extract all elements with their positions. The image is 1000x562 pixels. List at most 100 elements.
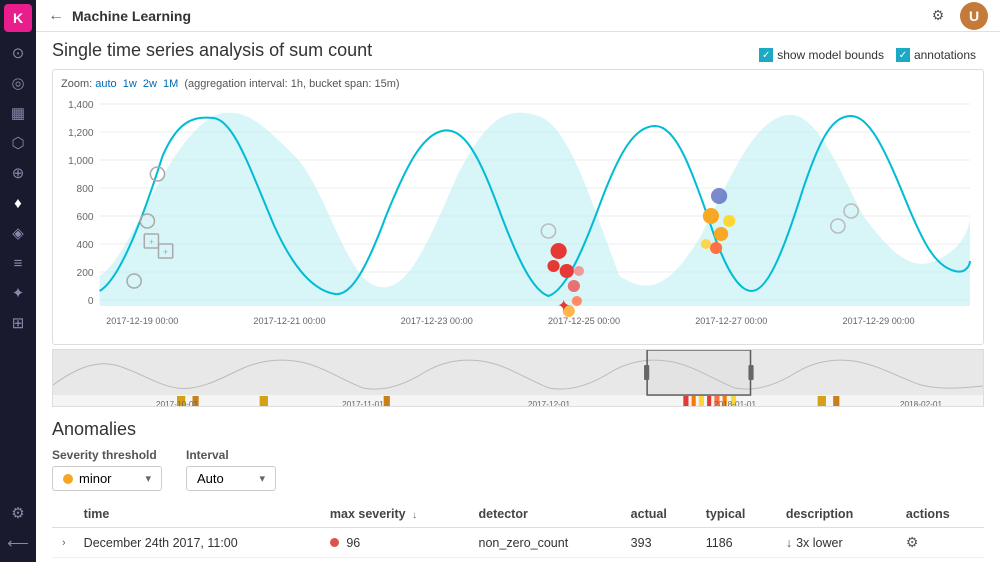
row-description: ↓3x lower: [778, 558, 898, 562]
svg-text:2017-12-21 00:00: 2017-12-21 00:00: [253, 316, 325, 326]
svg-text:2018-02-01: 2018-02-01: [900, 400, 943, 407]
svg-text:2017-12-23 00:00: 2017-12-23 00:00: [401, 316, 473, 326]
sidebar: K ⊙ ◎ ▦ ⬡ ⊕ ♦ ◈ ≡ ✦ ⊞ ⚙ ⟵: [0, 0, 36, 562]
sidebar-item-discover[interactable]: ⊙: [2, 39, 34, 67]
svg-text:2017-11-01: 2017-11-01: [342, 400, 384, 407]
svg-text:400: 400: [77, 240, 94, 251]
main-chart-container: Zoom: auto 1w 2w 1M (aggregation interva…: [52, 69, 984, 345]
app-logo[interactable]: K: [4, 4, 32, 32]
row-description: ↓3x lower: [778, 528, 898, 558]
row-time: December 24th 2017, 11:00: [76, 528, 322, 558]
settings-icon-btn[interactable]: ⚙: [924, 2, 952, 30]
row-actions: ⚙: [898, 558, 984, 562]
row-time: December 24th 2017, 10:00: [76, 558, 322, 562]
severity-control: Severity threshold minor ▾: [52, 448, 162, 491]
time-col-header: time: [76, 501, 322, 528]
show-model-bounds-checkbox[interactable]: ✓ show model bounds: [759, 48, 884, 62]
description-col-header: description: [778, 501, 898, 528]
sidebar-item-uptime[interactable]: ⊞: [2, 309, 34, 337]
severity-dot-icon: [330, 538, 339, 547]
sidebar-item-ml[interactable]: ♦: [2, 189, 34, 217]
expand-col-header: [52, 501, 76, 528]
interval-control: Interval Auto ▾: [186, 448, 276, 491]
sidebar-item-infrastructure[interactable]: ◈: [2, 219, 34, 247]
zoom-label: Zoom: auto 1w 2w 1M (aggregation interva…: [61, 78, 975, 90]
severity-label: Severity threshold: [52, 448, 162, 462]
severity-col-header[interactable]: max severity ↓: [322, 501, 471, 528]
row-severity: 96: [322, 528, 471, 558]
table-row: › December 24th 2017, 11:00 96 non_zero_…: [52, 528, 984, 558]
page-title: Machine Learning: [72, 8, 191, 24]
anomalies-section: Anomalies Severity threshold minor ▾ Int…: [52, 415, 984, 562]
interval-label: Interval: [186, 448, 276, 462]
sidebar-item-visualize[interactable]: ◎: [2, 69, 34, 97]
svg-text:0: 0: [88, 296, 94, 307]
model-bounds-check: ✓: [759, 48, 773, 62]
row-actual: 437: [623, 558, 698, 562]
sort-icon: ↓: [412, 510, 417, 521]
svg-text:2017-12-27 00:00: 2017-12-27 00:00: [695, 316, 767, 326]
svg-text:1,200: 1,200: [68, 128, 94, 139]
minimap-container[interactable]: 2017-10-01 2017-11-01 2017-12-01 2018-01…: [52, 349, 984, 407]
svg-text:+: +: [149, 237, 154, 247]
svg-text:200: 200: [77, 268, 94, 279]
sidebar-item-canvas[interactable]: ⬡: [2, 129, 34, 157]
time-series-chart[interactable]: 1,400 1,200 1,000 800 600 400 200 0: [61, 96, 975, 336]
trend-down-icon: ↓: [786, 536, 792, 550]
svg-text:2018-01-01: 2018-01-01: [714, 400, 757, 407]
sidebar-item-logs[interactable]: ≡: [2, 249, 34, 277]
minimap-svg: 2017-10-01 2017-11-01 2017-12-01 2018-01…: [53, 350, 983, 407]
svg-text:✦: ✦: [557, 297, 571, 315]
expand-row-button[interactable]: ›: [60, 535, 68, 551]
row-detector: non_zero_count: [471, 528, 623, 558]
sidebar-item-settings[interactable]: ⚙: [2, 499, 34, 527]
sidebar-item-maps[interactable]: ⊕: [2, 159, 34, 187]
sidebar-item-apm[interactable]: ✦: [2, 279, 34, 307]
row-actions: ⚙: [898, 528, 984, 558]
actual-col-header: actual: [623, 501, 698, 528]
svg-text:2017-12-29 00:00: 2017-12-29 00:00: [842, 316, 914, 326]
annotations-checkbox[interactable]: ✓ annotations: [896, 48, 976, 62]
annotations-check: ✓: [896, 48, 910, 62]
sidebar-item-dashboard[interactable]: ▦: [2, 99, 34, 127]
topbar: ← Machine Learning ⚙ U: [36, 0, 1000, 32]
svg-text:800: 800: [77, 184, 94, 195]
user-avatar[interactable]: U: [960, 2, 988, 30]
row-typical: 1186: [698, 528, 778, 558]
zoom-1w[interactable]: 1w: [123, 78, 137, 90]
zoom-1m[interactable]: 1M: [163, 78, 178, 90]
topbar-right: ⚙ U: [924, 2, 988, 30]
sidebar-item-collapse[interactable]: ⟵: [2, 529, 34, 557]
severity-dot: [63, 474, 73, 484]
zoom-auto[interactable]: auto: [95, 78, 116, 90]
chart-svg: 1,400 1,200 1,000 800 600 400 200 0: [61, 96, 975, 336]
row-gear-icon[interactable]: ⚙: [906, 534, 919, 550]
svg-text:1,400: 1,400: [68, 100, 94, 111]
main-content: ← Machine Learning ⚙ U Single time serie…: [36, 0, 1000, 562]
severity-chevron-icon: ▾: [145, 472, 151, 485]
interval-dropdown[interactable]: Auto ▾: [186, 466, 276, 491]
svg-text:2017-10-01: 2017-10-01: [156, 400, 199, 407]
anomalies-title: Anomalies: [52, 419, 984, 440]
row-typical: 1242.5: [698, 558, 778, 562]
row-actual: 393: [623, 528, 698, 558]
row-detector: non_zero_count: [471, 558, 623, 562]
anomalies-controls: Severity threshold minor ▾ Interval Auto…: [52, 448, 984, 491]
svg-text:2017-12-19 00:00: 2017-12-19 00:00: [106, 316, 178, 326]
anomaly-table: time max severity ↓ detector actual typi…: [52, 501, 984, 562]
severity-dropdown[interactable]: minor ▾: [52, 466, 162, 491]
typical-col-header: typical: [698, 501, 778, 528]
svg-text:1,000: 1,000: [68, 156, 94, 167]
table-row: › December 24th 2017, 10:00 92 non_zero_…: [52, 558, 984, 562]
interval-chevron-icon: ▾: [259, 472, 265, 485]
back-button[interactable]: ←: [48, 7, 64, 25]
svg-text:+: +: [163, 247, 168, 257]
zoom-2w[interactable]: 2w: [143, 78, 157, 90]
detector-col-header: detector: [471, 501, 623, 528]
svg-text:2017-12-01: 2017-12-01: [528, 400, 571, 407]
chart-options-row: ✓ show model bounds ✓ annotations: [759, 48, 976, 62]
actions-col-header: actions: [898, 501, 984, 528]
svg-text:600: 600: [77, 212, 94, 223]
row-severity: 92: [322, 558, 471, 562]
page-body: Single time series analysis of sum count…: [36, 32, 1000, 562]
